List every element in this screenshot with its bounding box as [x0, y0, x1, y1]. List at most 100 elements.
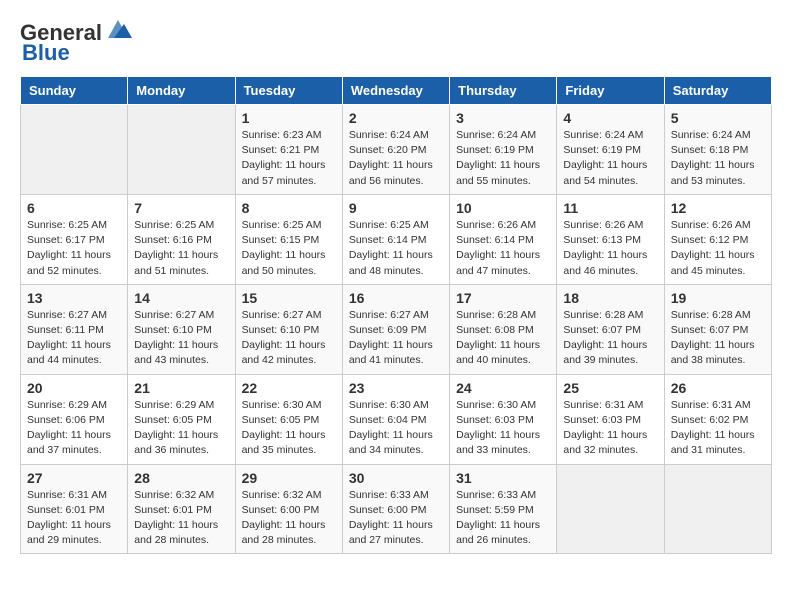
cell-info: Sunrise: 6:30 AMSunset: 6:05 PMDaylight:…	[242, 398, 336, 459]
day-number: 30	[349, 470, 443, 486]
cell-info: Sunrise: 6:32 AMSunset: 6:00 PMDaylight:…	[242, 488, 336, 549]
cell-info: Sunrise: 6:24 AMSunset: 6:20 PMDaylight:…	[349, 128, 443, 189]
calendar-cell: 31 Sunrise: 6:33 AMSunset: 5:59 PMDayligh…	[450, 464, 557, 554]
calendar-cell: 16Sunrise: 6:27 AMSunset: 6:09 PMDayligh…	[342, 284, 449, 374]
day-number: 25	[563, 380, 657, 396]
cell-info: Sunrise: 6:33 AMSunset: 6:00 PMDaylight:…	[349, 488, 443, 549]
cell-info: Sunrise: 6:32 AMSunset: 6:01 PMDaylight:…	[134, 488, 228, 549]
calendar-cell: 12Sunrise: 6:26 AMSunset: 6:12 PMDayligh…	[664, 194, 771, 284]
day-number: 10	[456, 200, 550, 216]
cell-info: Sunrise: 6:31 AMSunset: 6:03 PMDaylight:…	[563, 398, 657, 459]
cell-info: Sunrise: 6:23 AMSunset: 6:21 PMDaylight:…	[242, 128, 336, 189]
day-number: 15	[242, 290, 336, 306]
week-row-1: 1 Sunrise: 6:23 AMSunset: 6:21 PMDaylight…	[21, 105, 772, 195]
col-header-wednesday: Wednesday	[342, 77, 449, 105]
day-number: 14	[134, 290, 228, 306]
calendar-cell	[128, 105, 235, 195]
week-row-5: 27Sunrise: 6:31 AMSunset: 6:01 PMDayligh…	[21, 464, 772, 554]
day-number: 31	[456, 470, 550, 486]
calendar-cell: 20Sunrise: 6:29 AMSunset: 6:06 PMDayligh…	[21, 374, 128, 464]
day-number: 26	[671, 380, 765, 396]
week-row-2: 6 Sunrise: 6:25 AMSunset: 6:17 PMDaylight…	[21, 194, 772, 284]
cell-info: Sunrise: 6:27 AMSunset: 6:10 PMDaylight:…	[242, 308, 336, 369]
calendar-cell: 7 Sunrise: 6:25 AMSunset: 6:16 PMDaylight…	[128, 194, 235, 284]
day-number: 24	[456, 380, 550, 396]
cell-info: Sunrise: 6:28 AMSunset: 6:07 PMDaylight:…	[671, 308, 765, 369]
cell-info: Sunrise: 6:26 AMSunset: 6:12 PMDaylight:…	[671, 218, 765, 279]
cell-info: Sunrise: 6:27 AMSunset: 6:11 PMDaylight:…	[27, 308, 121, 369]
calendar-cell: 30 Sunrise: 6:33 AMSunset: 6:00 PMDayligh…	[342, 464, 449, 554]
week-row-4: 20Sunrise: 6:29 AMSunset: 6:06 PMDayligh…	[21, 374, 772, 464]
cell-info: Sunrise: 6:30 AMSunset: 6:03 PMDaylight:…	[456, 398, 550, 459]
logo-icon	[104, 20, 132, 38]
col-header-saturday: Saturday	[664, 77, 771, 105]
cell-info: Sunrise: 6:27 AMSunset: 6:10 PMDaylight:…	[134, 308, 228, 369]
calendar-cell: 21 Sunrise: 6:29 AMSunset: 6:05 PMDayligh…	[128, 374, 235, 464]
col-header-friday: Friday	[557, 77, 664, 105]
day-number: 9	[349, 200, 443, 216]
cell-info: Sunrise: 6:30 AMSunset: 6:04 PMDaylight:…	[349, 398, 443, 459]
calendar-cell: 24 Sunrise: 6:30 AMSunset: 6:03 PMDayligh…	[450, 374, 557, 464]
day-number: 8	[242, 200, 336, 216]
calendar-cell: 18Sunrise: 6:28 AMSunset: 6:07 PMDayligh…	[557, 284, 664, 374]
cell-info: Sunrise: 6:31 AMSunset: 6:02 PMDaylight:…	[671, 398, 765, 459]
week-row-3: 13 Sunrise: 6:27 AMSunset: 6:11 PMDayligh…	[21, 284, 772, 374]
calendar-cell: 29 Sunrise: 6:32 AMSunset: 6:00 PMDayligh…	[235, 464, 342, 554]
cell-info: Sunrise: 6:25 AMSunset: 6:14 PMDaylight:…	[349, 218, 443, 279]
calendar-cell: 14 Sunrise: 6:27 AMSunset: 6:10 PMDayligh…	[128, 284, 235, 374]
calendar-cell: 3 Sunrise: 6:24 AMSunset: 6:19 PMDaylight…	[450, 105, 557, 195]
header-row: SundayMondayTuesdayWednesdayThursdayFrid…	[21, 77, 772, 105]
cell-info: Sunrise: 6:25 AMSunset: 6:15 PMDaylight:…	[242, 218, 336, 279]
day-number: 11	[563, 200, 657, 216]
day-number: 20	[27, 380, 121, 396]
col-header-tuesday: Tuesday	[235, 77, 342, 105]
col-header-thursday: Thursday	[450, 77, 557, 105]
calendar-cell: 9 Sunrise: 6:25 AMSunset: 6:14 PMDaylight…	[342, 194, 449, 284]
day-number: 13	[27, 290, 121, 306]
day-number: 23	[349, 380, 443, 396]
day-number: 27	[27, 470, 121, 486]
cell-info: Sunrise: 6:24 AMSunset: 6:19 PMDaylight:…	[456, 128, 550, 189]
day-number: 17	[456, 290, 550, 306]
cell-info: Sunrise: 6:25 AMSunset: 6:16 PMDaylight:…	[134, 218, 228, 279]
calendar-cell: 1 Sunrise: 6:23 AMSunset: 6:21 PMDaylight…	[235, 105, 342, 195]
calendar-cell: 5 Sunrise: 6:24 AMSunset: 6:18 PMDaylight…	[664, 105, 771, 195]
logo-blue: Blue	[22, 40, 70, 66]
page-header: General Blue	[20, 20, 772, 66]
cell-info: Sunrise: 6:29 AMSunset: 6:05 PMDaylight:…	[134, 398, 228, 459]
cell-info: Sunrise: 6:33 AMSunset: 5:59 PMDaylight:…	[456, 488, 550, 549]
day-number: 19	[671, 290, 765, 306]
day-number: 6	[27, 200, 121, 216]
calendar-cell: 22Sunrise: 6:30 AMSunset: 6:05 PMDayligh…	[235, 374, 342, 464]
calendar-cell: 28 Sunrise: 6:32 AMSunset: 6:01 PMDayligh…	[128, 464, 235, 554]
calendar-table: SundayMondayTuesdayWednesdayThursdayFrid…	[20, 76, 772, 554]
col-header-sunday: Sunday	[21, 77, 128, 105]
calendar-cell	[21, 105, 128, 195]
logo: General Blue	[20, 20, 132, 66]
cell-info: Sunrise: 6:24 AMSunset: 6:19 PMDaylight:…	[563, 128, 657, 189]
calendar-cell	[664, 464, 771, 554]
calendar-cell: 26 Sunrise: 6:31 AMSunset: 6:02 PMDayligh…	[664, 374, 771, 464]
day-number: 5	[671, 110, 765, 126]
day-number: 29	[242, 470, 336, 486]
calendar-cell: 27Sunrise: 6:31 AMSunset: 6:01 PMDayligh…	[21, 464, 128, 554]
cell-info: Sunrise: 6:25 AMSunset: 6:17 PMDaylight:…	[27, 218, 121, 279]
cell-info: Sunrise: 6:24 AMSunset: 6:18 PMDaylight:…	[671, 128, 765, 189]
day-number: 1	[242, 110, 336, 126]
day-number: 2	[349, 110, 443, 126]
calendar-cell: 15 Sunrise: 6:27 AMSunset: 6:10 PMDayligh…	[235, 284, 342, 374]
calendar-cell: 23 Sunrise: 6:30 AMSunset: 6:04 PMDayligh…	[342, 374, 449, 464]
day-number: 7	[134, 200, 228, 216]
calendar-cell: 19 Sunrise: 6:28 AMSunset: 6:07 PMDayligh…	[664, 284, 771, 374]
day-number: 3	[456, 110, 550, 126]
day-number: 4	[563, 110, 657, 126]
col-header-monday: Monday	[128, 77, 235, 105]
calendar-cell: 6 Sunrise: 6:25 AMSunset: 6:17 PMDaylight…	[21, 194, 128, 284]
cell-info: Sunrise: 6:28 AMSunset: 6:08 PMDaylight:…	[456, 308, 550, 369]
day-number: 28	[134, 470, 228, 486]
day-number: 21	[134, 380, 228, 396]
cell-info: Sunrise: 6:26 AMSunset: 6:14 PMDaylight:…	[456, 218, 550, 279]
calendar-cell: 8 Sunrise: 6:25 AMSunset: 6:15 PMDaylight…	[235, 194, 342, 284]
calendar-cell: 17 Sunrise: 6:28 AMSunset: 6:08 PMDayligh…	[450, 284, 557, 374]
cell-info: Sunrise: 6:28 AMSunset: 6:07 PMDaylight:…	[563, 308, 657, 369]
